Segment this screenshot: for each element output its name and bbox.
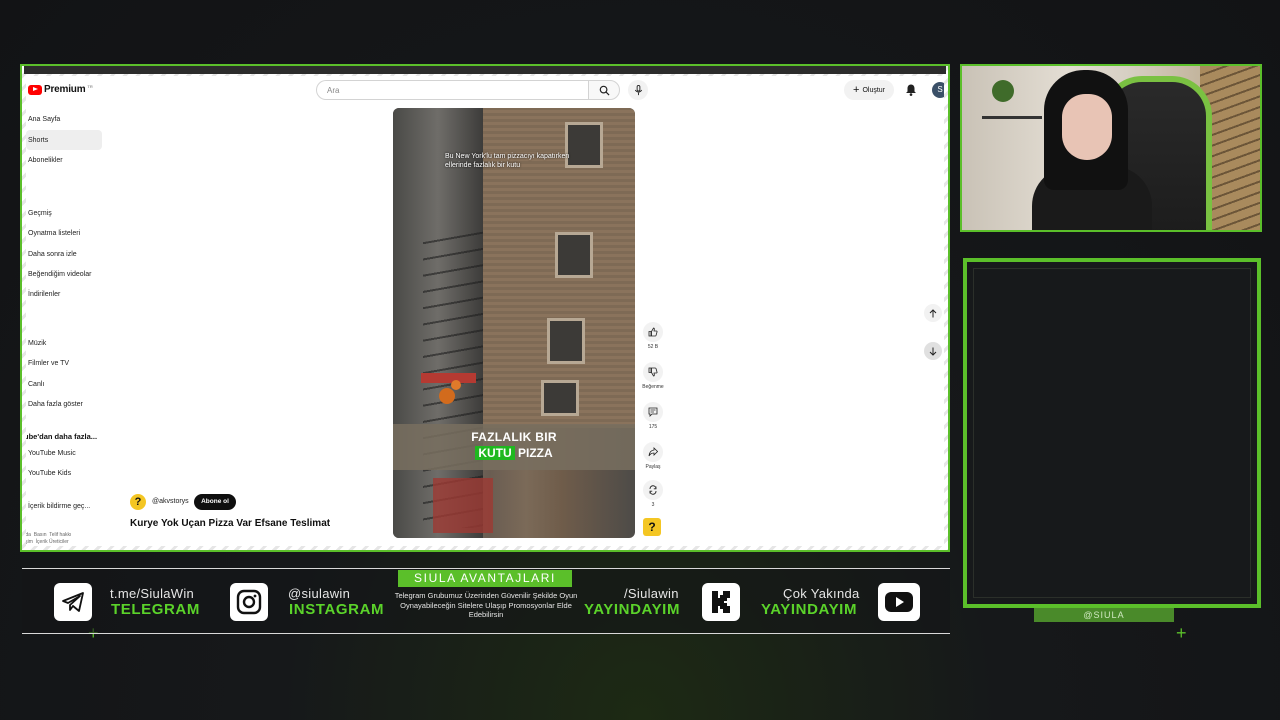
sidebar-item-report-history[interactable]: İçerik bildirme geç... xyxy=(28,503,90,510)
remix-count: 3 xyxy=(651,502,655,508)
video-scene-red-beam xyxy=(433,478,493,533)
notifications-bell-icon[interactable] xyxy=(904,83,918,97)
sidebar-item-history[interactable]: Geçmiş xyxy=(28,210,52,217)
thumbs-down-icon xyxy=(648,367,658,377)
decorative-plus-icon: + xyxy=(1176,623,1187,643)
youtube-label: YAYINDAYIM xyxy=(761,601,858,618)
remix-icon xyxy=(649,485,657,495)
kick-label: YAYINDAYIM xyxy=(584,601,681,618)
channel-name[interactable]: @akvstorys xyxy=(152,498,189,505)
kick-icon xyxy=(702,583,740,621)
youtube-brand: Premium xyxy=(44,84,86,95)
shorts-video-player[interactable]: Bu New York'lu tam pizzacıyı kapatırken … xyxy=(393,108,635,538)
plus-icon: + xyxy=(853,83,860,96)
telegram-handle: t.me/SiulaWin xyxy=(110,586,195,601)
youtube-handle: Çok Yakında xyxy=(783,586,860,601)
webcam-streamer-face xyxy=(1062,94,1112,160)
webcam-feed xyxy=(960,64,1262,232)
sidebar-item-music[interactable]: Müzik xyxy=(28,340,46,347)
search-icon xyxy=(599,85,610,96)
microphone-icon xyxy=(634,84,642,95)
sidebar-item-playlists[interactable]: Oynatma listeleri xyxy=(28,230,80,237)
like-action[interactable]: 52 B xyxy=(641,322,665,350)
sidebar-item-home[interactable]: Ana Sayfa xyxy=(28,116,60,123)
video-title[interactable]: Kurye Yok Uçan Pizza Var Efsane Teslimat xyxy=(130,518,330,529)
sidebar-item-liked-videos[interactable]: Beğendiğim videolar xyxy=(28,271,91,278)
sound-thumbnail[interactable]: ? xyxy=(643,518,661,536)
share-button[interactable] xyxy=(643,442,663,462)
sidebar-item-youtube-music[interactable]: YouTube Music xyxy=(28,450,76,457)
share-icon xyxy=(648,447,658,457)
kick-handle: /Siulawin xyxy=(624,586,679,601)
video-scene-worker xyxy=(439,388,455,404)
comments-action[interactable]: 175 xyxy=(641,402,665,430)
banner-highlight: KUTU xyxy=(475,446,515,460)
video-scene-window xyxy=(547,318,585,364)
overlay-empty-panel xyxy=(963,258,1261,608)
sidebar-item-shorts[interactable]: Shorts xyxy=(28,137,48,144)
webcam-background-plant xyxy=(992,80,1014,102)
sidebar-item-subscriptions[interactable]: Abonelikler xyxy=(28,157,63,164)
create-button[interactable]: + Oluştur xyxy=(844,80,894,100)
streamer-tag: @SIULA xyxy=(1034,608,1174,622)
search-input[interactable]: Ara xyxy=(316,80,588,100)
banner-line-2: KUTU PIZZA xyxy=(393,446,635,460)
create-label: Oluştur xyxy=(862,86,885,94)
sidebar-item-show-more[interactable]: Daha fazla göster xyxy=(28,401,83,408)
arrow-up-icon xyxy=(929,308,937,317)
youtube-logo[interactable]: Premium TR xyxy=(28,84,93,95)
comment-icon xyxy=(648,407,658,417)
sidebar-section-more-from-youtube: ube'dan daha fazla... xyxy=(26,432,98,441)
comments-button[interactable] xyxy=(643,402,663,422)
subscribe-button[interactable]: Abone ol xyxy=(194,494,236,510)
share-label: Paylaş xyxy=(645,464,661,470)
browser-tab-strip xyxy=(24,66,946,74)
search-button[interactable] xyxy=(588,80,620,100)
like-count: 52 B xyxy=(647,344,659,350)
video-scene-window xyxy=(555,232,593,278)
video-text-banner: FAZLALIK BIR KUTU PIZZA xyxy=(393,424,635,470)
sidebar-item-live[interactable]: Canlı xyxy=(28,381,44,388)
account-avatar[interactable]: S xyxy=(932,82,944,98)
remix-action[interactable]: 3 xyxy=(641,480,665,508)
banner-rest: PIZZA xyxy=(518,446,553,460)
sidebar-item-movies-tv[interactable]: Filmler ve TV xyxy=(28,360,69,367)
video-scene-window xyxy=(541,380,579,416)
telegram-icon xyxy=(54,583,92,621)
remix-button[interactable] xyxy=(643,480,663,500)
advantages-text: Telegram Grubumuz Üzerinden Güvenilir Şe… xyxy=(394,591,578,619)
advantages-title: SIULA AVANTAJLARI xyxy=(398,570,572,587)
region-code: TR xyxy=(87,84,93,89)
sidebar-item-youtube-kids[interactable]: YouTube Kids xyxy=(28,470,71,477)
instagram-label: INSTAGRAM xyxy=(289,601,385,618)
dislike-button[interactable] xyxy=(643,362,663,382)
channel-avatar[interactable]: ? xyxy=(130,494,146,510)
banner-line-1: FAZLALIK BIR xyxy=(471,430,557,444)
youtube-icon xyxy=(878,583,920,621)
sidebar-item-watch-later[interactable]: Daha sonra izle xyxy=(28,251,77,258)
instagram-icon xyxy=(230,583,268,621)
like-button[interactable] xyxy=(643,322,663,342)
video-caption: Bu New York'lu tam pizzacıyı kapatırken … xyxy=(445,153,570,169)
telegram-label: TELEGRAM xyxy=(111,601,200,618)
youtube-play-icon xyxy=(28,84,42,95)
voice-search-button[interactable] xyxy=(628,80,648,100)
arrow-down-icon xyxy=(929,347,937,356)
comment-count: 175 xyxy=(648,424,658,430)
previous-short-button[interactable] xyxy=(924,304,942,322)
video-scene-worker xyxy=(451,380,461,390)
dislike-action[interactable]: Beğenme xyxy=(641,362,665,390)
next-short-button[interactable] xyxy=(924,342,942,360)
video-scene-red-beam xyxy=(421,373,476,383)
sidebar-item-downloads[interactable]: İndirilenler xyxy=(28,291,60,298)
dislike-label: Beğenme xyxy=(642,384,664,390)
webcam-background-table xyxy=(982,116,1042,119)
thumbs-up-icon xyxy=(648,327,658,337)
share-action[interactable]: Paylaş xyxy=(641,442,665,470)
youtube-page: Premium TR Ara + Oluştur S Ana Sayfa Sho… xyxy=(26,76,944,546)
instagram-handle: @siulawin xyxy=(288,586,351,601)
sidebar-footer-links[interactable]: ıda Basın Telif hakkı işim İçerik Üretic… xyxy=(26,532,71,546)
